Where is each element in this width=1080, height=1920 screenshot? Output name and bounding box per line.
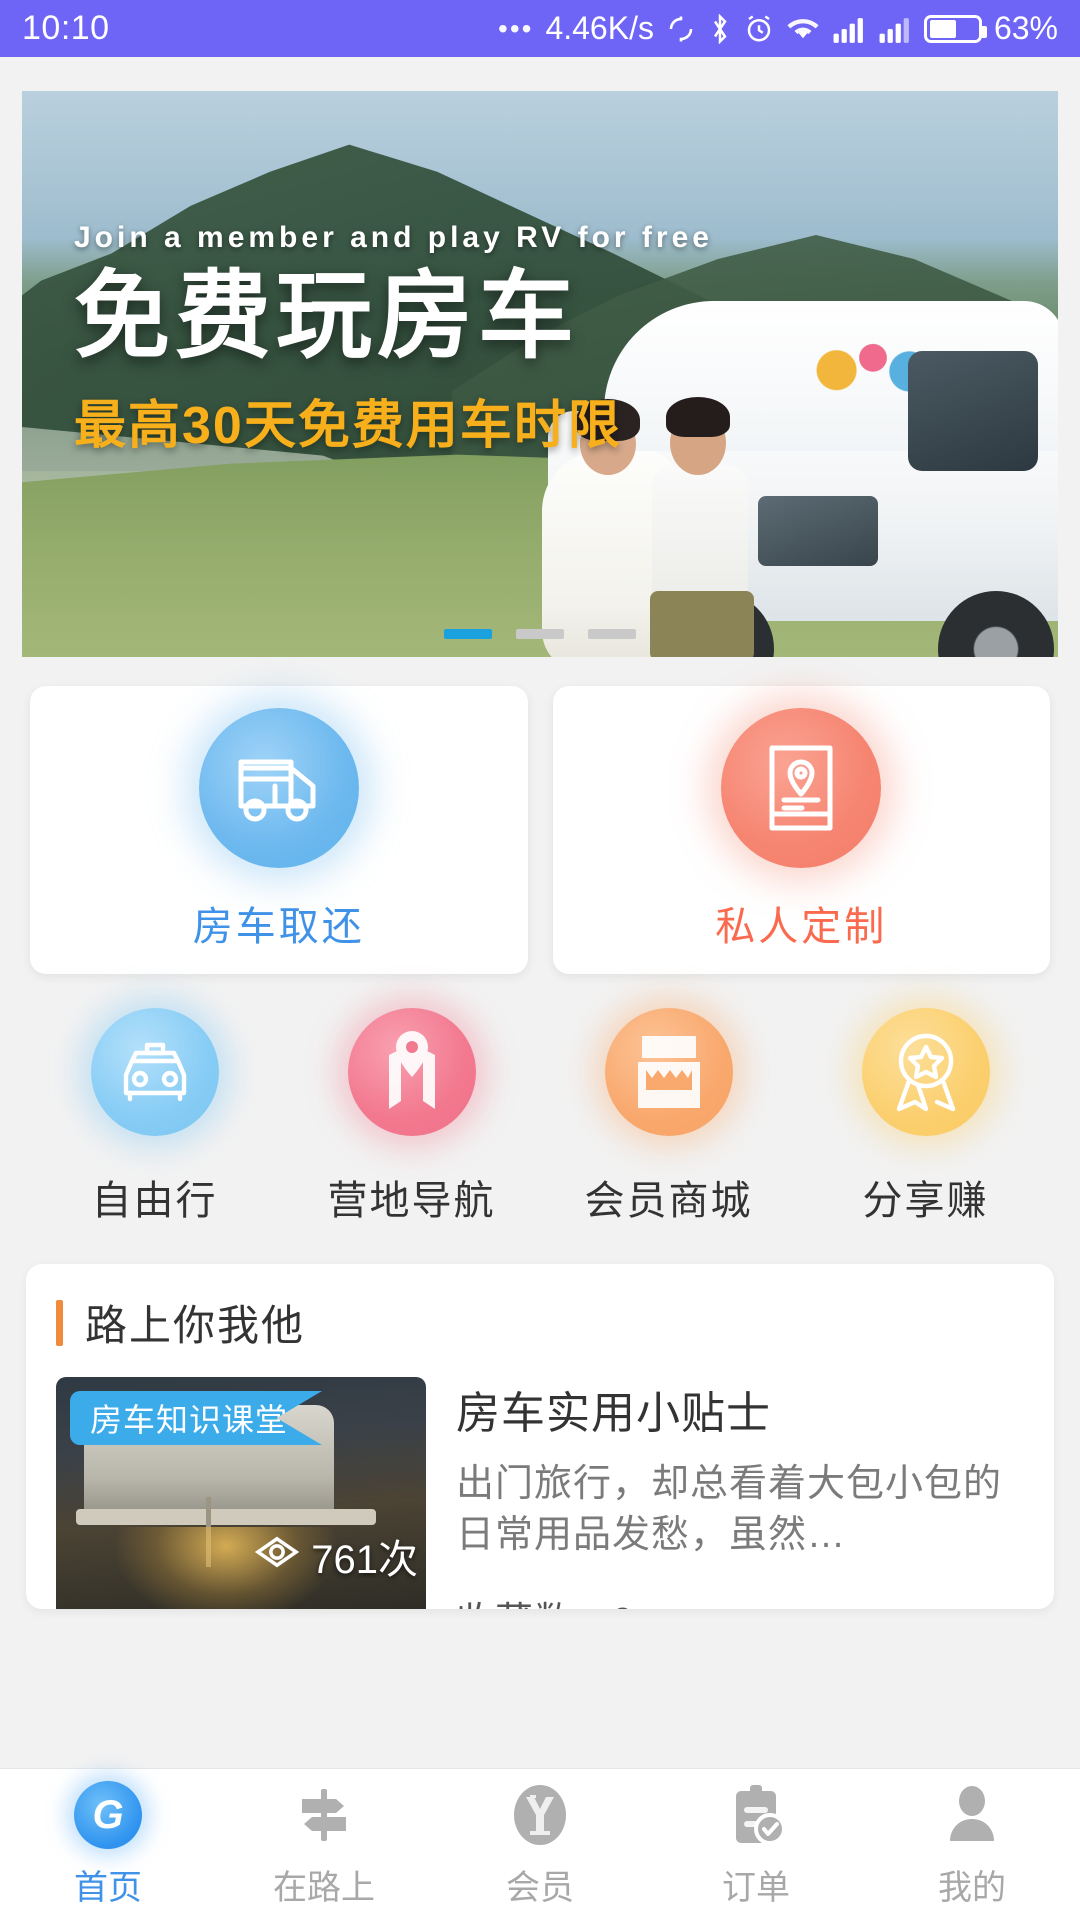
wifi-icon (786, 15, 820, 43)
tab-label: 会员 (506, 1869, 574, 1907)
quick-action-free-travel[interactable]: 自由行 (26, 1008, 283, 1226)
quick-action-label: 分享赚 (862, 1179, 989, 1223)
signal-icon-1 (832, 15, 866, 43)
eye-icon (255, 1534, 300, 1579)
tab-label: 在路上 (273, 1869, 375, 1907)
bottom-tab-bar: G 首页 在路上 会员 订单 我的 (0, 1768, 1080, 1920)
home-logo-icon: G (73, 1780, 143, 1850)
signpost-icon (289, 1780, 359, 1850)
quick-action-label: 自由行 (91, 1179, 218, 1223)
article-description: 出门旅行，却总看着大包小包的日常用品发愁，虽然… (456, 1463, 1003, 1557)
tab-member[interactable]: 会员 (432, 1780, 648, 1909)
quick-actions-row: 自由行 营地导航 会员商城 分享赚 (0, 974, 1080, 1226)
tab-label: 订单 (722, 1869, 790, 1907)
storefront-icon (604, 1008, 733, 1136)
bluetooth-icon (708, 13, 732, 44)
banner-pagination[interactable] (444, 629, 636, 639)
article-text-block: 房车实用小贴士 出门旅行，却总看着大包小包的日常用品发愁，虽然… 收藏数：0 (426, 1377, 1024, 1609)
feature-card-label: 私人定制 (715, 905, 888, 949)
quick-action-label: 会员商城 (584, 1179, 753, 1223)
banner-pagination-dot-3[interactable] (588, 629, 636, 639)
battery-percent-label: 63% (993, 10, 1058, 46)
section-header: 路上你我他 (26, 1292, 1054, 1353)
quick-action-share-earn[interactable]: 分享赚 (797, 1008, 1054, 1226)
tab-label: 我的 (938, 1869, 1006, 1907)
member-y-icon (505, 1780, 575, 1850)
article-favorite-count: 收藏数：0 (456, 1590, 1024, 1609)
article-view-count: 761次 (255, 1527, 418, 1585)
quick-action-camp-navigation[interactable]: 营地导航 (283, 1008, 540, 1226)
more-dots-icon: ••• (498, 12, 534, 44)
banner-english-tagline: Join a member and play RV for free (74, 221, 713, 254)
article-thumbnail[interactable]: 房车知识课堂 761次 (56, 1377, 426, 1609)
banner-subheadline: 最高30天免费用车时限 (74, 396, 622, 455)
network-speed-label: 4.46K/s (545, 10, 654, 46)
article-view-count-label: 761次 (311, 1538, 418, 1582)
banner-carousel-wrapper: Join a member and play RV for free 免费玩房车… (0, 57, 1080, 657)
tab-label: 首页 (74, 1869, 142, 1907)
banner-text-block: Join a member and play RV for free 免费玩房车… (74, 221, 713, 458)
quick-action-label: 营地导航 (327, 1179, 496, 1223)
article-list-item[interactable]: 房车知识课堂 761次 房车实用小贴士 出门旅行，却总看着大包小包的日常用品发愁… (26, 1353, 1054, 1609)
feature-card-label: 房车取还 (192, 905, 365, 949)
tab-profile[interactable]: 我的 (864, 1780, 1080, 1909)
clipboard-check-icon (721, 1780, 791, 1850)
section-accent-bar (56, 1299, 63, 1346)
quick-action-member-mall[interactable]: 会员商城 (540, 1008, 797, 1226)
battery-icon (923, 14, 987, 43)
tab-orders[interactable]: 订单 (648, 1780, 864, 1909)
article-title: 房车实用小贴士 (456, 1389, 771, 1438)
rv-camper-icon (198, 708, 359, 868)
article-section: 路上你我他 房车知识课堂 761次 房车实用小贴士 出门旅行，却总看着大包小包的… (26, 1264, 1054, 1609)
section-title: 路上你我他 (85, 1302, 306, 1349)
status-bar-time: 10:10 (22, 9, 110, 47)
feature-card-private-custom[interactable]: 私人定制 (552, 686, 1050, 974)
map-pin-icon (347, 1008, 476, 1136)
banner-headline: 免费玩房车 (74, 263, 579, 370)
taxi-car-icon (90, 1008, 219, 1136)
document-location-icon (721, 708, 882, 868)
person-icon (937, 1780, 1007, 1850)
banner-carousel[interactable]: Join a member and play RV for free 免费玩房车… (22, 91, 1058, 657)
banner-pagination-dot-2[interactable] (516, 629, 564, 639)
banner-pagination-dot-1[interactable] (444, 629, 492, 639)
tab-home[interactable]: G 首页 (0, 1780, 216, 1909)
alarm-icon (744, 14, 774, 44)
status-bar-icons: ••• 4.46K/s 63% (498, 10, 1058, 47)
feature-cards-row: 房车取还 私人定制 (0, 657, 1080, 974)
tab-on-the-road[interactable]: 在路上 (216, 1780, 432, 1909)
feature-card-rv-pickup[interactable]: 房车取还 (30, 686, 528, 974)
status-bar: 10:10 ••• 4.46K/s 63% (0, 0, 1080, 57)
signal-icon-2 (878, 15, 912, 43)
award-medal-icon (861, 1008, 990, 1136)
sync-icon (666, 14, 696, 44)
